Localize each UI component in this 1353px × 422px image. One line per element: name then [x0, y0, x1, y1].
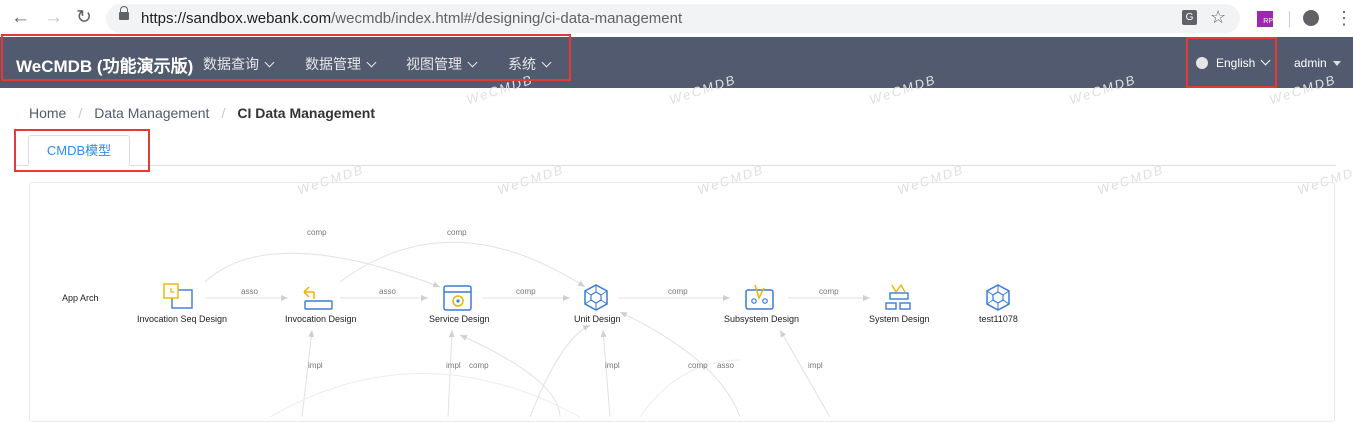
node-unit-design[interactable]: Unit Design [574, 284, 621, 324]
edge-label-comp: comp [469, 361, 489, 370]
node-label: Unit Design [574, 314, 621, 324]
edge-label-asso: asso [717, 361, 734, 370]
node-test11078[interactable]: test11078 [979, 284, 1018, 324]
subsystem-icon [745, 284, 774, 310]
system-tree-icon [885, 283, 911, 310]
node-invocation-seq-design[interactable]: Invocation Seq Design [137, 283, 227, 324]
node-label: System Design [869, 314, 930, 324]
node-label: Invocation Design [285, 314, 357, 324]
edge-label-impl: impl [308, 361, 323, 370]
service-window-icon [443, 285, 472, 311]
hexagon-unit-icon [986, 284, 1010, 311]
edge-impl [779, 329, 831, 417]
sequence-doc-icon [163, 283, 193, 309]
edge-comp-arc [459, 334, 561, 417]
edge-label-comp: comp [668, 287, 688, 296]
edge-label-asso: asso [379, 287, 396, 296]
edge-label-impl: impl [605, 361, 620, 370]
node-service-design[interactable]: Service Design [429, 285, 490, 324]
edge-label-asso: asso [241, 287, 258, 296]
node-invocation-design[interactable]: Invocation Design [285, 286, 357, 324]
edge-label-comp: comp [688, 361, 708, 370]
edge-label-comp: comp [307, 228, 327, 237]
edge-arc [529, 324, 591, 417]
edge-comp-arc [204, 252, 441, 288]
edge-label-comp: comp [447, 228, 467, 237]
edge-arc [269, 373, 581, 417]
edge-impl [447, 329, 455, 417]
hexagon-unit-icon [584, 284, 608, 311]
layer-label: App Arch [62, 293, 99, 303]
node-subsystem-design[interactable]: Subsystem Design [724, 284, 799, 324]
edge-label-comp: comp [516, 287, 536, 296]
edge-label-impl: impl [446, 361, 461, 370]
edge-comp-arc [339, 241, 586, 288]
edge-label-comp: comp [819, 287, 839, 296]
edge-label-impl: impl [808, 361, 823, 370]
edge-impl [600, 329, 611, 417]
node-label: Invocation Seq Design [137, 314, 227, 324]
invocation-arrow-icon [303, 286, 333, 310]
ci-model-graph[interactable]: comp comp asso asso comp comp comp impl … [0, 0, 1353, 417]
edge-impl [301, 329, 315, 417]
node-label: Subsystem Design [724, 314, 799, 324]
node-label: Service Design [429, 314, 490, 324]
node-label: test11078 [979, 314, 1018, 324]
node-system-design[interactable]: System Design [869, 283, 930, 324]
